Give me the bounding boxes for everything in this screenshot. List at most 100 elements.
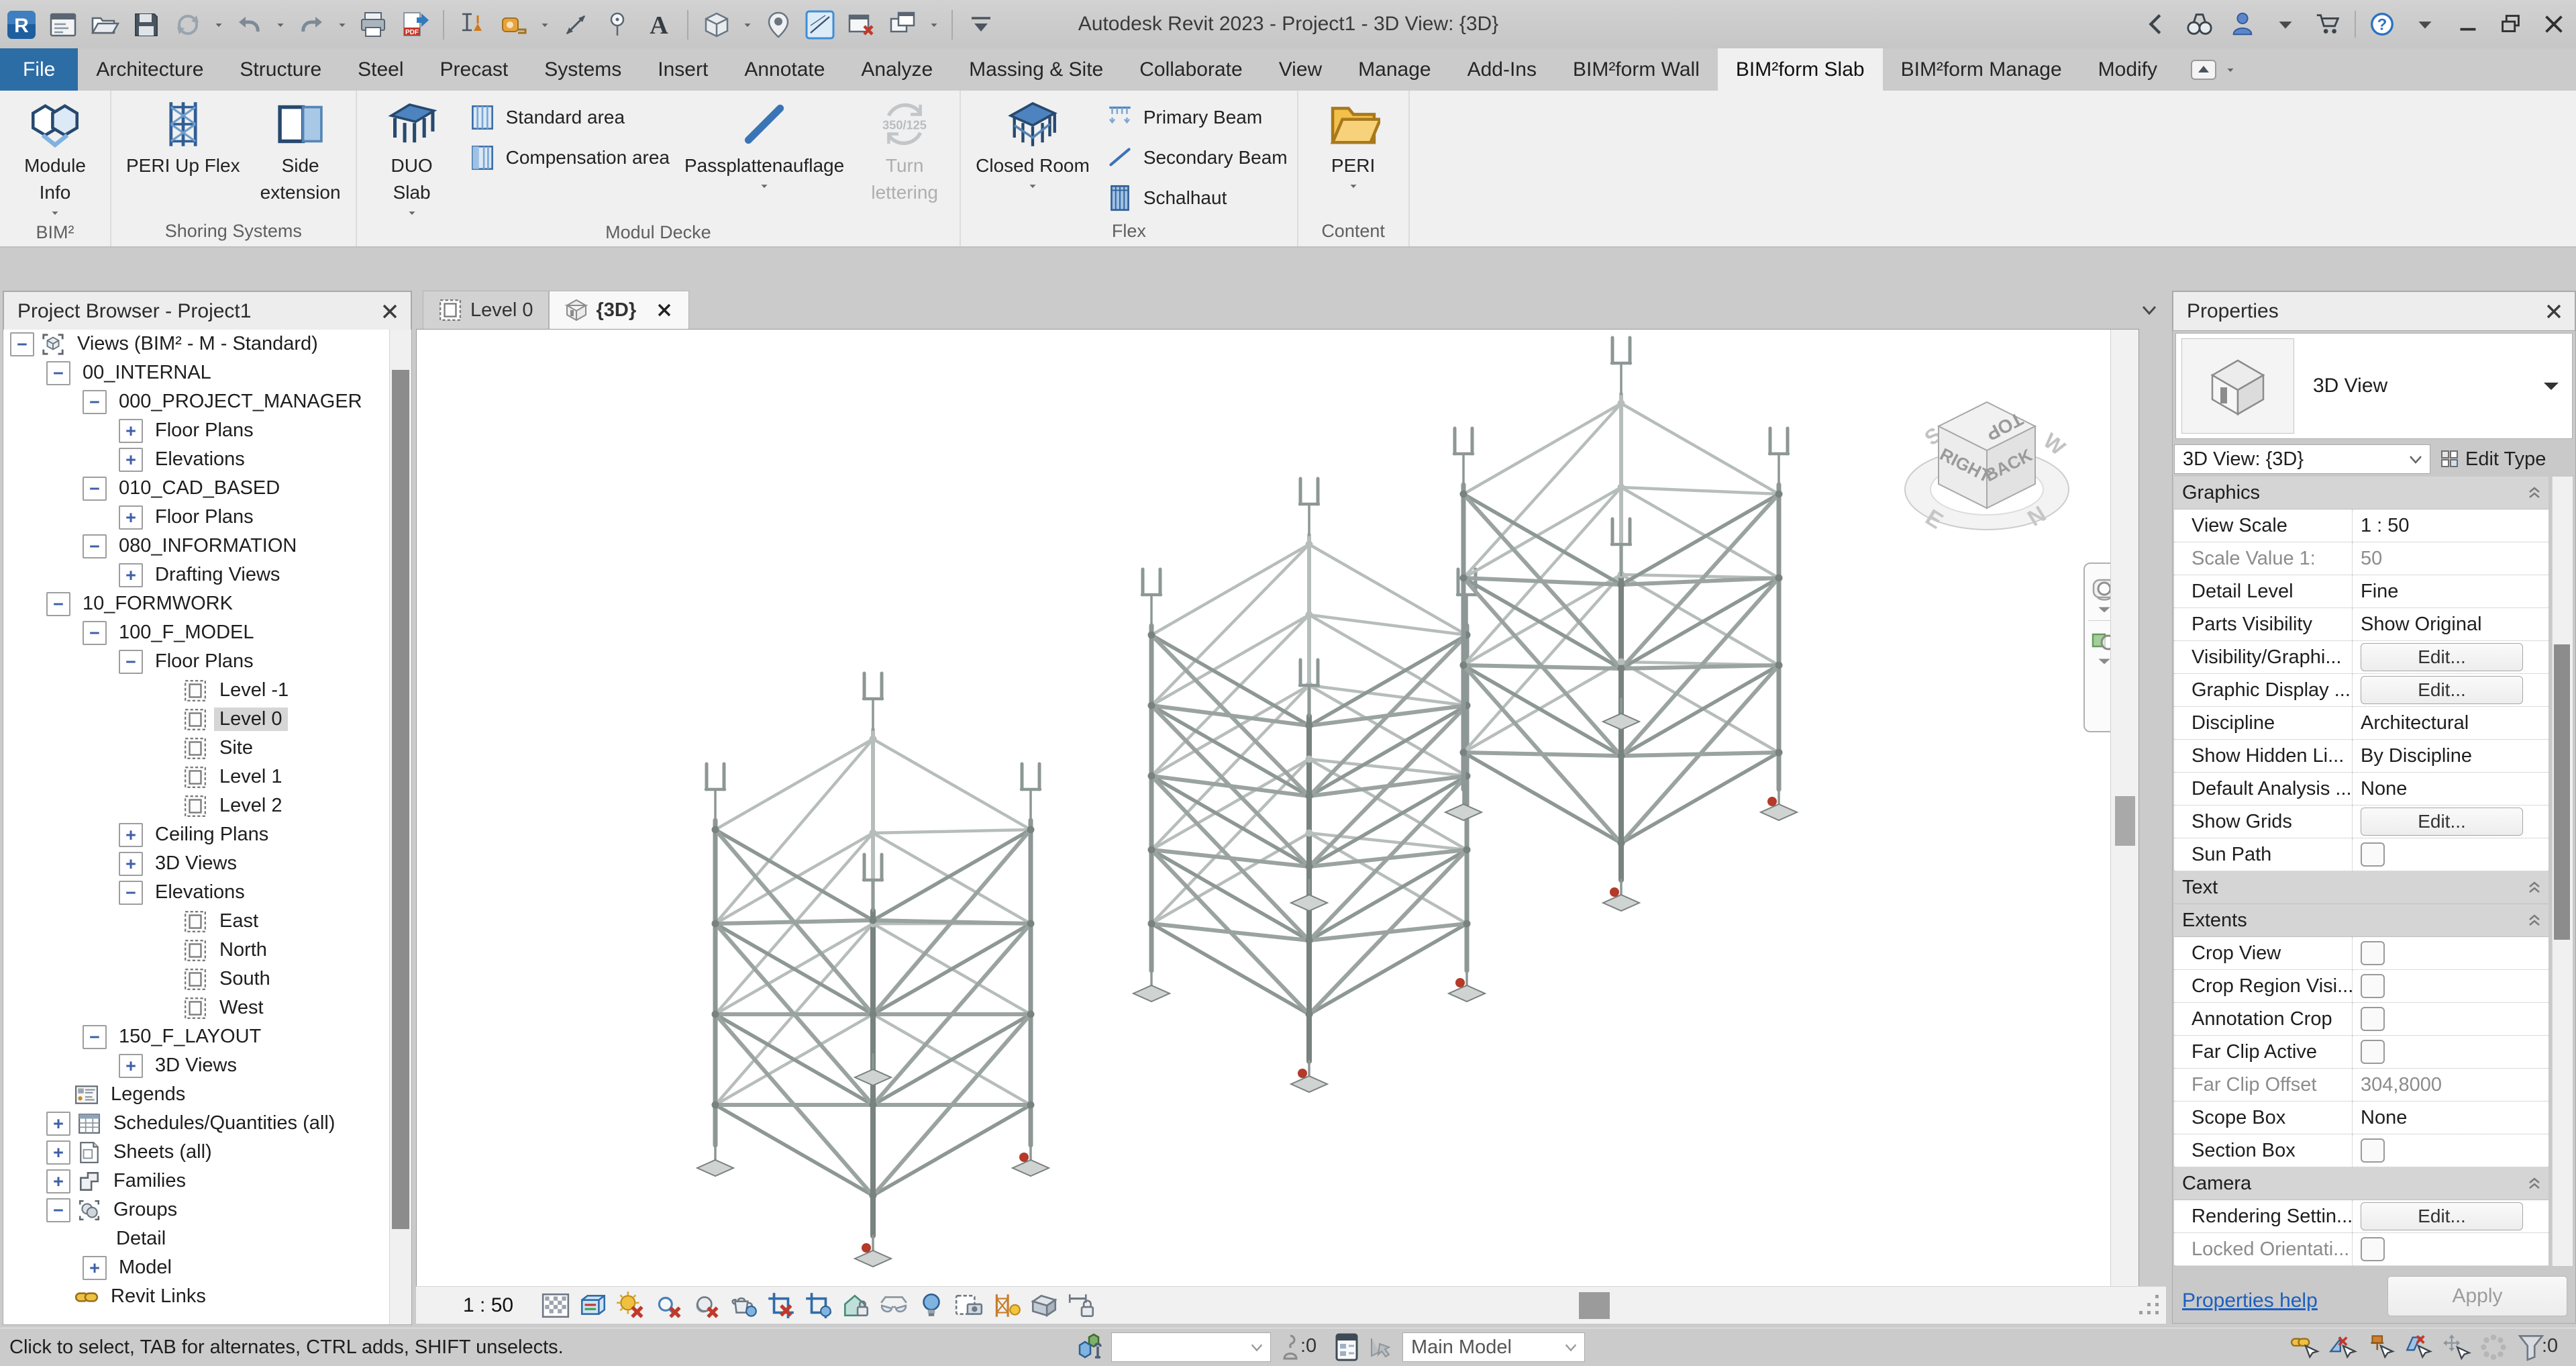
properties-help-link[interactable]: Properties help (2182, 1289, 2318, 1312)
property-value[interactable]: Fine (2361, 581, 2398, 603)
property-value[interactable]: None (2361, 778, 2407, 800)
tree-item-drafting-views[interactable]: +Drafting Views (3, 560, 390, 589)
expand-icon[interactable]: + (119, 505, 143, 530)
tree-item-100-f-model[interactable]: −100_F_MODEL (3, 618, 390, 647)
ribbon-minimize-icon[interactable] (2189, 56, 2218, 83)
ribbon-tab-massing-site[interactable]: Massing & Site (951, 48, 1121, 91)
expand-icon[interactable]: + (119, 448, 143, 472)
expand-icon[interactable]: + (83, 1256, 107, 1280)
compass-west[interactable]: W (2039, 428, 2071, 460)
expand-icon[interactable]: + (119, 563, 143, 587)
collapse-icon[interactable]: − (83, 534, 107, 558)
redo-icon[interactable] (294, 7, 329, 42)
expand-icon[interactable]: + (119, 852, 143, 876)
collapse-icon[interactable]: − (83, 390, 107, 414)
duo-slab-button[interactable]: DUOSlab (366, 96, 458, 221)
view-tab--3d-[interactable]: {3D} (549, 291, 690, 329)
property-value[interactable]: 50 (2361, 548, 2382, 570)
property-value[interactable]: Show Original (2361, 614, 2482, 636)
tree-item-east[interactable]: East (3, 907, 390, 936)
view-control-render-icon[interactable] (728, 1290, 759, 1321)
ribbon-tab-steel[interactable]: Steel (340, 48, 421, 91)
section-collapse-icon[interactable] (2527, 914, 2542, 928)
background-processes-icon[interactable] (2478, 1332, 2509, 1363)
collapse-icon[interactable]: − (119, 881, 143, 905)
tree-item-3d-views[interactable]: +3D Views (3, 1051, 390, 1080)
tree-item-north[interactable]: North (3, 936, 390, 965)
revit-logo[interactable]: R (4, 7, 39, 42)
dropdown-caret-icon[interactable] (48, 206, 62, 219)
app-store-icon[interactable] (2312, 7, 2345, 41)
tree-item-level-1[interactable]: Level -1 (3, 676, 390, 705)
view-cube[interactable]: S W E N TOP RIGHT BACK (1900, 377, 2074, 551)
peri-content-button[interactable]: PERI (1308, 96, 1399, 194)
tree-item-floor-plans[interactable]: +Floor Plans (3, 416, 390, 445)
tree-item-families[interactable]: +Families (3, 1167, 390, 1196)
restore-button[interactable] (2494, 7, 2528, 41)
sign-in-icon[interactable] (2226, 7, 2259, 41)
tree-item-floor-plans[interactable]: +Floor Plans (3, 503, 390, 532)
close-button[interactable] (2537, 7, 2571, 41)
view-control-constraint-icon[interactable] (1066, 1290, 1097, 1321)
drag-on-selection-toggle[interactable] (2440, 1332, 2471, 1363)
tree-item-level-0[interactable]: Level 0 (3, 705, 390, 734)
property-value[interactable]: 1 : 50 (2361, 515, 2410, 537)
expand-icon[interactable]: + (46, 1140, 70, 1165)
tree-item-150-f-layout[interactable]: −150_F_LAYOUT (3, 1022, 390, 1051)
worksets-dropdown[interactable] (1111, 1332, 1271, 1362)
file-menu-icon[interactable] (46, 7, 81, 42)
expand-icon[interactable]: + (119, 1054, 143, 1078)
help-icon[interactable]: ? (2365, 7, 2399, 41)
canvas-vertical-scrollbar[interactable] (2110, 330, 2139, 1287)
view-control-crop-vis-icon[interactable] (803, 1290, 834, 1321)
edit-button[interactable]: Edit... (2361, 1202, 2523, 1230)
view-instance-combo[interactable]: 3D View: {3D} (2174, 444, 2430, 474)
expand-icon[interactable]: + (46, 1112, 70, 1136)
collapse-icon[interactable]: − (83, 477, 107, 501)
undo-icon[interactable] (232, 7, 267, 42)
checkbox[interactable] (2361, 941, 2385, 965)
tree-item-080-information[interactable]: −080_INFORMATION (3, 532, 390, 560)
section-icon[interactable] (761, 7, 796, 42)
tree-item-elevations[interactable]: +Elevations (3, 445, 390, 474)
tree-item-model[interactable]: +Model (3, 1253, 390, 1282)
scrollbar-thumb[interactable] (2115, 796, 2135, 846)
module-info-button[interactable]: ModuleInfo (9, 96, 101, 221)
worksets-icon[interactable] (1076, 1332, 1106, 1363)
close-view-icon[interactable] (655, 301, 674, 320)
property-section-extents[interactable]: Extents (2174, 904, 2548, 937)
apply-button[interactable]: Apply (2387, 1276, 2567, 1316)
tree-item-revit-links[interactable]: Revit Links (3, 1282, 390, 1311)
expand-icon[interactable]: + (119, 419, 143, 443)
view-control-temp-props-icon[interactable] (954, 1290, 984, 1321)
collapse-icon[interactable]: − (46, 361, 70, 385)
checkbox[interactable] (2361, 1007, 2385, 1031)
section-collapse-icon[interactable] (2527, 881, 2542, 895)
ribbon-tab-collaborate[interactable]: Collaborate (1121, 48, 1260, 91)
shoring-towers-model[interactable] (417, 330, 2139, 1287)
tree-item-west[interactable]: West (3, 993, 390, 1022)
property-section-camera[interactable]: Camera (2174, 1167, 2548, 1200)
section-collapse-icon[interactable] (2527, 1177, 2542, 1191)
project-browser-scrollbar[interactable] (389, 330, 411, 1324)
ribbon-tab-insert[interactable]: Insert (639, 48, 726, 91)
collapse-icon[interactable]: − (119, 650, 143, 674)
ribbon-tab-bim-form-manage[interactable]: BIM²form Manage (1883, 48, 2080, 91)
checkbox[interactable] (2361, 1237, 2385, 1261)
view-control-style-icon[interactable] (615, 1290, 646, 1321)
view-control-analytic-icon[interactable] (991, 1290, 1022, 1321)
editing-requests-icon[interactable] (1275, 1332, 1298, 1363)
edit-button[interactable]: Edit... (2361, 676, 2523, 704)
view-scale-button[interactable]: 1 : 50 (463, 1294, 513, 1317)
checkbox[interactable] (2361, 842, 2385, 867)
close-icon[interactable] (2542, 300, 2565, 323)
passplattenauflage-button[interactable]: Passplattenauflage (679, 96, 849, 194)
ribbon-tab-systems[interactable]: Systems (526, 48, 639, 91)
schalhaut-button[interactable]: Schalhaut (1104, 181, 1288, 215)
property-value[interactable]: 304,8000 (2361, 1074, 2442, 1096)
tape-measure-icon[interactable] (497, 7, 531, 42)
standard-area-button[interactable]: Standard area (467, 100, 670, 135)
ribbon-tab-bim-form-wall[interactable]: BIM²form Wall (1555, 48, 1718, 91)
dropdown-caret-icon[interactable] (741, 18, 754, 32)
dropdown-caret-icon[interactable] (274, 18, 287, 32)
